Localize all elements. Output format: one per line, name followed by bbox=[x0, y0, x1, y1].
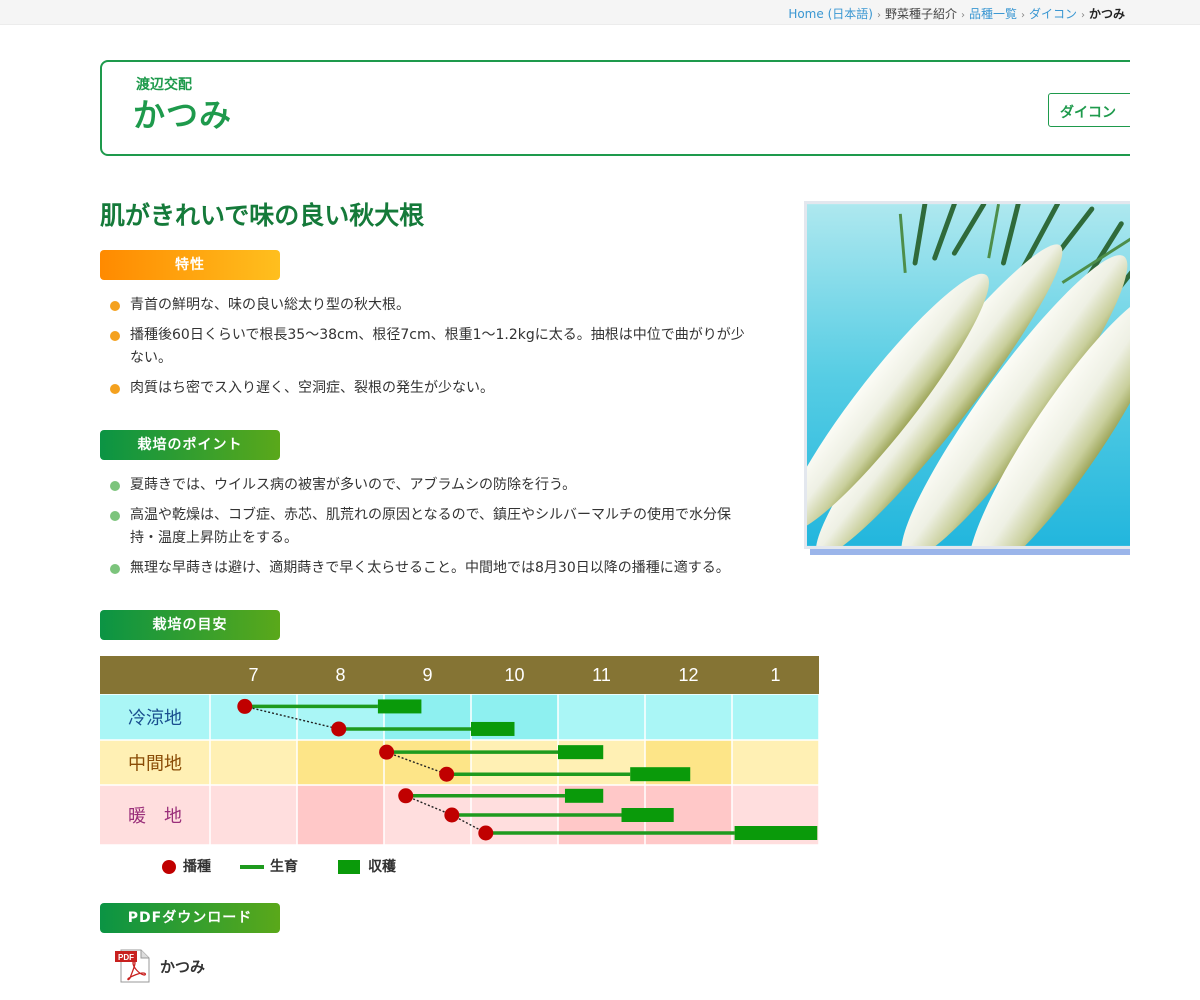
product-header: 渡辺交配 かつみ ダイコン bbox=[100, 60, 1130, 156]
photo-caption-bar bbox=[810, 549, 1130, 555]
bullet-icon bbox=[110, 564, 120, 574]
features-heading: 特性 bbox=[100, 250, 280, 280]
chart-month-header: 7 8 9 10 11 12 1 bbox=[100, 656, 819, 694]
pdf-heading: PDFダウンロード bbox=[100, 903, 280, 933]
pdf-icon-text: PDF bbox=[118, 953, 134, 962]
legend-grow-label: 生育 bbox=[270, 859, 298, 875]
region-label: 暖 地 bbox=[128, 806, 182, 827]
points-heading: 栽培のポイント bbox=[100, 430, 280, 460]
schedule-heading: 栽培の目安 bbox=[100, 610, 280, 640]
month-label: 1 bbox=[770, 665, 780, 685]
bullet-icon bbox=[110, 481, 120, 491]
chart-background bbox=[100, 694, 819, 845]
month-label: 10 bbox=[504, 665, 524, 685]
point-text-cont: 持・温度上昇防止をする。 bbox=[130, 530, 298, 546]
legend-sow-label: 播種 bbox=[183, 859, 211, 875]
legend-harvest-label: 収穫 bbox=[368, 859, 396, 875]
list-item: 無理な早蒔きは避け、適期蒔きで早く太らせること。中間地では8月30日以降の播種に… bbox=[110, 557, 775, 580]
sowing-point bbox=[478, 825, 494, 841]
daikon-photo bbox=[804, 201, 1130, 549]
list-item: 肉質はち密でス入り遅く、空洞症、裂根の発生が少ない。 bbox=[110, 377, 775, 400]
page-headline: 肌がきれいで味の良い秋大根 bbox=[100, 201, 425, 230]
feature-text: 肉質はち密でス入り遅く、空洞症、裂根の発生が少ない。 bbox=[130, 380, 494, 396]
bullet-icon bbox=[110, 331, 120, 341]
list-item: 夏蒔きでは、ウイルス病の被害が多いので、アブラムシの防除を行う。 bbox=[110, 474, 775, 497]
product-photo-frame bbox=[804, 201, 1130, 557]
legend-grow-icon bbox=[240, 865, 264, 869]
feature-text: 播種後60日くらいで根長35〜38cm、根径7cm、根重1〜1.2kgに太る。抽… bbox=[130, 327, 745, 343]
region-label: 冷涼地 bbox=[128, 708, 182, 729]
month-label: 9 bbox=[422, 665, 432, 685]
sowing-point bbox=[331, 721, 347, 737]
list-item: 高温や乾燥は、コブ症、赤芯、肌荒れの原因となるので、鎮圧やシルバーマルチの使用で… bbox=[110, 504, 775, 550]
schedule-chart: 7 8 9 10 11 12 1 冷涼地中間地暖 地 bbox=[100, 656, 820, 846]
region-label: 中間地 bbox=[128, 754, 182, 775]
category-button[interactable]: ダイコン bbox=[1048, 93, 1130, 127]
sowing-point bbox=[237, 698, 253, 714]
legend-sow-icon bbox=[162, 860, 176, 874]
region-shade-cell bbox=[297, 740, 384, 785]
points-list: 夏蒔きでは、ウイルス病の被害が多いので、アブラムシの防除を行う。 高温や乾燥は、… bbox=[110, 474, 775, 587]
list-item: 播種後60日くらいで根長35〜38cm、根径7cm、根重1〜1.2kgに太る。抽… bbox=[110, 324, 775, 370]
feature-text-cont: ない。 bbox=[130, 350, 172, 366]
bullet-icon bbox=[110, 301, 120, 311]
sowing-point bbox=[379, 744, 395, 760]
harvest-bar bbox=[734, 826, 818, 840]
sowing-point bbox=[439, 766, 455, 782]
harvest-bar bbox=[564, 788, 604, 803]
region-shade-cell bbox=[297, 785, 384, 845]
feature-text: 青首の鮮明な、味の良い総太り型の秋大根。 bbox=[130, 297, 410, 313]
legend-harvest-icon bbox=[338, 860, 360, 874]
header-clip: 渡辺交配 かつみ ダイコン bbox=[0, 0, 1130, 170]
month-label: 11 bbox=[592, 665, 611, 685]
chart-region-labels: 冷涼地中間地暖 地 bbox=[128, 708, 182, 827]
point-text: 無理な早蒔きは避け、適期蒔きで早く太らせること。中間地では8月30日以降の播種に… bbox=[130, 560, 730, 576]
harvest-bar bbox=[621, 808, 674, 822]
sowing-point bbox=[398, 788, 414, 804]
product-title: かつみ bbox=[133, 96, 233, 134]
chart-header-band bbox=[100, 656, 819, 694]
harvest-bar bbox=[471, 721, 515, 736]
harvest-bar bbox=[558, 745, 604, 760]
bullet-icon bbox=[110, 511, 120, 521]
bullet-icon bbox=[110, 384, 120, 394]
pdf-file-icon: PDF bbox=[115, 949, 150, 983]
point-text: 高温や乾燥は、コブ症、赤芯、肌荒れの原因となるので、鎮圧やシルバーマルチの使用で… bbox=[130, 507, 732, 523]
point-text: 夏蒔きでは、ウイルス病の被害が多いので、アブラムシの防除を行う。 bbox=[130, 477, 577, 493]
features-list: 青首の鮮明な、味の良い総太り型の秋大根。 播種後60日くらいで根長35〜38cm… bbox=[110, 294, 775, 407]
month-label: 12 bbox=[678, 665, 698, 685]
list-item: 青首の鮮明な、味の良い総太り型の秋大根。 bbox=[110, 294, 775, 317]
month-label: 7 bbox=[248, 665, 258, 685]
region-shade-cell bbox=[384, 740, 471, 785]
sowing-point bbox=[444, 807, 460, 823]
harvest-bar bbox=[630, 767, 691, 782]
month-label: 8 bbox=[335, 665, 345, 685]
harvest-bar bbox=[377, 699, 422, 714]
pdf-file-name[interactable]: かつみ bbox=[160, 956, 205, 977]
